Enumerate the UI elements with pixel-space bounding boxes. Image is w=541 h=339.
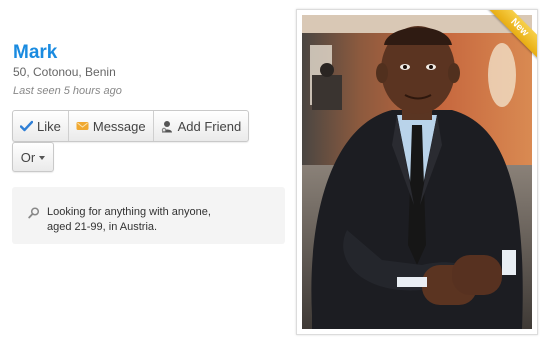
- looking-for-line-1: Looking for anything with anyone,: [47, 206, 211, 218]
- looking-for-text: Looking for anything with anyone, aged 2…: [47, 205, 267, 235]
- search-icon: [28, 206, 40, 224]
- profile-photo-frame[interactable]: New: [296, 9, 538, 335]
- message-label: Message: [92, 118, 146, 134]
- looking-for-box: Looking for anything with anyone, aged 2…: [12, 187, 285, 244]
- profile-name[interactable]: Mark: [13, 42, 57, 64]
- profile-card: Mark 50, Cotonou, Benin Last seen 5 hour…: [0, 0, 541, 339]
- add-user-icon: [161, 120, 174, 133]
- last-seen: Last seen 5 hours ago: [13, 85, 122, 97]
- add-friend-button[interactable]: Add Friend: [154, 111, 249, 141]
- action-bar: Like Message Add Friend: [12, 110, 250, 142]
- message-icon: [76, 121, 89, 131]
- like-button[interactable]: Like: [13, 111, 69, 141]
- checkmark-icon: [20, 120, 33, 132]
- like-label: Like: [37, 118, 61, 134]
- chevron-down-icon: [39, 155, 46, 160]
- profile-photo[interactable]: [302, 15, 532, 329]
- add-friend-label: Add Friend: [177, 118, 242, 134]
- profile-meta: 50, Cotonou, Benin: [13, 65, 116, 79]
- looking-for-line-2: aged 21-99, in Austria.: [47, 221, 158, 233]
- or-label: Or: [20, 149, 36, 165]
- message-button[interactable]: Message: [69, 111, 154, 141]
- or-dropdown-button[interactable]: Or: [12, 142, 54, 172]
